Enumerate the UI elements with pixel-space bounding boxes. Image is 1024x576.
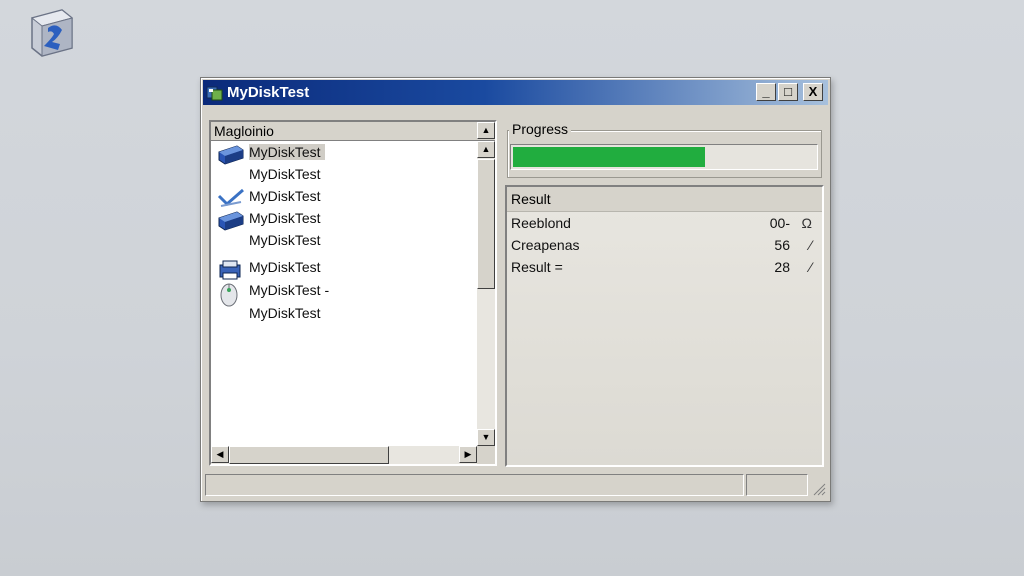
- result-key: Result =: [511, 259, 563, 275]
- status-bar: [205, 474, 826, 496]
- result-value: 28: [774, 259, 790, 275]
- window-title: MyDiskTest: [227, 84, 310, 101]
- scroll-right-button[interactable]: ▶: [459, 446, 477, 463]
- list-header[interactable]: Magloinio ▲: [211, 122, 495, 141]
- desktop-drive-icon[interactable]: [22, 4, 80, 62]
- status-segment-main: [205, 474, 744, 496]
- scroll-down-button[interactable]: ▼: [477, 429, 495, 446]
- result-mark: ⁄: [809, 237, 812, 253]
- horizontal-scroll-thumb[interactable]: [229, 446, 389, 464]
- list-item-label: MyDiskTest: [249, 210, 321, 226]
- list-item-label: MyDiskTest -: [249, 282, 330, 298]
- printer-icon: [217, 259, 245, 281]
- resize-grip-icon[interactable]: [810, 480, 826, 496]
- mouse-icon: [217, 282, 245, 307]
- minimize-button[interactable]: _: [756, 83, 776, 101]
- scroll-up-button[interactable]: ▲: [477, 141, 495, 158]
- close-button[interactable]: X: [803, 83, 823, 101]
- result-header: Result: [507, 187, 822, 212]
- progress-fill: [513, 147, 705, 167]
- result-panel: Result Reeblond 00- Ω Creapenas 56 ⁄ Res…: [505, 185, 824, 467]
- list-item-label: MyDiskTest: [249, 305, 321, 321]
- maximize-button[interactable]: □: [778, 83, 798, 101]
- result-mark: ⁄: [809, 259, 812, 275]
- vertical-scroll-thumb[interactable]: [477, 159, 495, 289]
- result-title: Result: [511, 191, 551, 207]
- title-bar[interactable]: MyDiskTest _ □ X: [203, 80, 828, 105]
- disk-drive-icon: [217, 144, 245, 166]
- list-vertical-scrollbar[interactable]: ▲ ▼: [477, 141, 495, 446]
- device-list[interactable]: Magloinio ▲ MyDiskTest MyDiskTest MyDisk…: [209, 120, 497, 466]
- list-item-label: MyDiskTest: [249, 232, 321, 248]
- list-item-label: MyDiskTest: [249, 259, 321, 275]
- list-item-label: MyDiskTest: [249, 166, 321, 182]
- list-horizontal-scrollbar[interactable]: ◀ ▶: [211, 446, 477, 464]
- check-arrow-icon: [217, 188, 245, 210]
- list-item-label: MyDiskTest: [249, 188, 321, 204]
- result-key: Creapenas: [511, 237, 580, 253]
- result-row: Result = 28 ⁄: [511, 259, 814, 279]
- list-item-label: MyDiskTest: [249, 144, 325, 160]
- header-scroll-up-button[interactable]: ▲: [477, 122, 495, 139]
- result-row: Reeblond 00- Ω: [511, 215, 814, 235]
- result-key: Reeblond: [511, 215, 571, 231]
- app-window: MyDiskTest _ □ X Magloinio ▲ MyDiskTest …: [200, 77, 831, 502]
- progress-label: Progress: [509, 121, 572, 137]
- result-mark: Ω: [801, 215, 812, 231]
- list-header-label: Magloinio: [214, 123, 274, 139]
- result-value: 56: [774, 237, 790, 253]
- progress-bar: [510, 144, 818, 170]
- app-icon: [206, 84, 224, 102]
- result-value: 00-: [769, 215, 790, 231]
- scroll-corner: [477, 446, 495, 464]
- disk-drive-icon: [217, 210, 245, 232]
- result-row: Creapenas 56 ⁄: [511, 237, 814, 257]
- scroll-left-button[interactable]: ◀: [211, 446, 229, 463]
- status-segment-secondary: [746, 474, 808, 496]
